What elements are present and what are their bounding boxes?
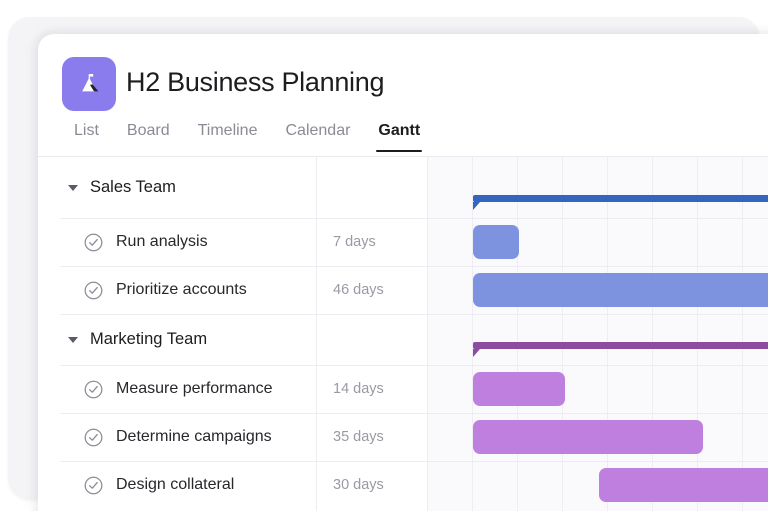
gantt-summary-bar-tail [473, 202, 480, 210]
check-circle-icon[interactable] [84, 380, 103, 399]
duration-value: 35 days [316, 429, 384, 445]
duration-cell [316, 314, 427, 365]
tab-board[interactable]: Board [113, 122, 184, 152]
gantt-summary-bar[interactable] [473, 195, 768, 202]
check-circle-icon[interactable] [84, 476, 103, 495]
gantt-task-bar[interactable] [473, 273, 768, 307]
tab-list[interactable]: List [60, 122, 113, 152]
task-name-cell[interactable]: Design collateral [38, 461, 316, 509]
chevron-down-icon[interactable] [68, 337, 78, 343]
table-row[interactable]: Design collateral 30 days [38, 461, 768, 509]
gantt-group-row[interactable]: Marketing Team [38, 314, 768, 365]
task-label: Run analysis [116, 233, 208, 251]
duration-value: 30 days [316, 477, 384, 493]
chevron-down-icon[interactable] [68, 185, 78, 191]
mountain-flag-icon [74, 69, 104, 99]
duration-value: 46 days [316, 282, 384, 298]
duration-cell [316, 157, 427, 218]
duration-cell: 30 days [316, 461, 427, 509]
gantt-task-bar[interactable] [599, 468, 768, 502]
tab-gantt[interactable]: Gantt [364, 122, 434, 152]
gantt-task-bar[interactable] [473, 225, 519, 259]
tab-calendar[interactable]: Calendar [271, 122, 364, 152]
gantt-task-bar[interactable] [473, 372, 565, 406]
screenshot-root: H2 Business Planning List Board Timeline… [0, 0, 768, 511]
page-title: H2 Business Planning [126, 67, 384, 98]
duration-cell: 14 days [316, 365, 427, 413]
task-name-cell[interactable]: Prioritize accounts [38, 266, 316, 314]
task-name-cell[interactable]: Measure performance [38, 365, 316, 413]
task-label: Determine campaigns [116, 428, 272, 446]
duration-cell: 7 days [316, 218, 427, 266]
gantt-body: Sales Team Run analysis 7 days Prioritize a… [38, 157, 768, 511]
gantt-task-bar[interactable] [473, 420, 703, 454]
task-label: Measure performance [116, 380, 273, 398]
tab-timeline[interactable]: Timeline [184, 122, 272, 152]
task-label: Prioritize accounts [116, 281, 247, 299]
table-row[interactable]: Determine campaigns 35 days [38, 413, 768, 461]
gantt-summary-bar[interactable] [473, 342, 768, 349]
view-tabs: List Board Timeline Calendar Gantt [60, 122, 434, 152]
project-logo [62, 57, 116, 111]
card-header: H2 Business Planning List Board Timeline… [38, 34, 768, 150]
duration-cell: 35 days [316, 413, 427, 461]
check-circle-icon[interactable] [84, 281, 103, 300]
table-row[interactable]: Run analysis 7 days [38, 218, 768, 266]
project-card: H2 Business Planning List Board Timeline… [38, 34, 768, 511]
group-name-cell[interactable]: Sales Team [38, 157, 316, 218]
group-label: Marketing Team [90, 330, 207, 349]
group-label: Sales Team [90, 178, 176, 197]
check-circle-icon[interactable] [84, 233, 103, 252]
group-name-cell[interactable]: Marketing Team [38, 314, 316, 365]
task-name-cell[interactable]: Run analysis [38, 218, 316, 266]
task-name-cell[interactable]: Determine campaigns [38, 413, 316, 461]
gantt-summary-bar-tail [473, 349, 480, 357]
duration-value: 7 days [316, 234, 376, 250]
duration-value: 14 days [316, 381, 384, 397]
duration-cell: 46 days [316, 266, 427, 314]
gantt-group-row[interactable]: Sales Team [38, 157, 768, 218]
table-row[interactable]: Prioritize accounts 46 days [38, 266, 768, 314]
table-row[interactable]: Measure performance 14 days [38, 365, 768, 413]
check-circle-icon[interactable] [84, 428, 103, 447]
task-label: Design collateral [116, 476, 234, 494]
